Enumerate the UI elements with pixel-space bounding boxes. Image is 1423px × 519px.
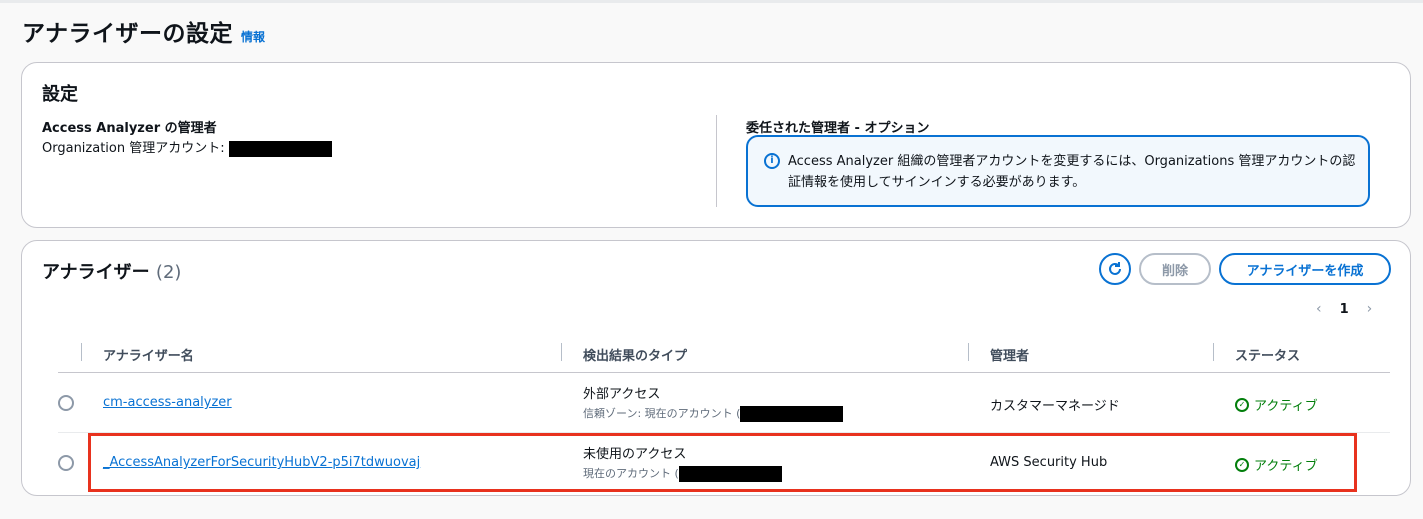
finding-type: 外部アクセス — [583, 387, 661, 402]
analyzers-title: アナライザー (2) — [42, 258, 181, 284]
refresh-button[interactable] — [1099, 253, 1131, 285]
manager: AWS Security Hub — [990, 455, 1108, 470]
access-analyzer-admin-label: Access Analyzer の管理者 — [42, 121, 217, 136]
info-icon: i — [764, 153, 780, 169]
delegated-admin-label: 委任された管理者 - オプション — [746, 121, 930, 136]
create-analyzer-button[interactable]: アナライザーを作成 — [1219, 253, 1391, 285]
delete-button[interactable]: 削除 — [1139, 253, 1211, 285]
page-title: アナライザーの設定 — [22, 21, 234, 47]
finding-type: 未使用のアクセス — [583, 447, 687, 462]
row-select-radio[interactable] — [58, 455, 74, 471]
column-separator — [968, 343, 969, 361]
org-management-account: Organization 管理アカウント: — [42, 137, 332, 157]
refresh-icon — [1109, 262, 1121, 275]
alert-text: Access Analyzer 組織の管理者アカウントを変更するには、Organ… — [788, 154, 1356, 190]
status-text: アクティブ — [1254, 459, 1318, 474]
finding-zone-text: 現在のアカウント ( — [583, 467, 679, 480]
prev-page-icon[interactable]: ‹ — [1316, 301, 1322, 317]
current-page[interactable]: 1 — [1340, 302, 1349, 317]
column-header-name[interactable]: アナライザー名 — [103, 345, 194, 364]
redacted-account-id — [740, 406, 844, 422]
finding-zone: 信頼ゾーン: 現在のアカウント ( — [583, 405, 844, 422]
analyzer-name-link[interactable]: _AccessAnalyzerForSecurityHubV2-p5i7tdwu… — [103, 455, 420, 470]
check-circle-icon: ✓ — [1235, 397, 1249, 412]
analyzers-count: (2) — [155, 262, 182, 283]
top-divider — [0, 0, 1423, 3]
column-divider — [716, 115, 717, 207]
table-row[interactable]: cm-access-analyzer 外部アクセス 信頼ゾーン: 現在のアカウン… — [58, 373, 1390, 433]
next-page-icon[interactable]: › — [1367, 301, 1373, 317]
status-text: アクティブ — [1254, 399, 1318, 414]
redacted-account-id — [228, 140, 332, 157]
analyzers-table: アナライザー名 検出結果のタイプ 管理者 ステータス cm-access-ana… — [58, 337, 1390, 493]
info-alert: i Access Analyzer 組織の管理者アカウントを変更するには、Org… — [746, 135, 1370, 207]
row-select-radio[interactable] — [58, 395, 74, 411]
info-link[interactable]: 情報 — [241, 28, 265, 45]
analyzers-title-text: アナライザー — [42, 262, 150, 283]
settings-title: 設定 — [42, 84, 78, 105]
finding-zone: 現在のアカウント ( — [583, 465, 782, 482]
column-header-manager[interactable]: 管理者 — [990, 345, 1029, 364]
table-header: アナライザー名 検出結果のタイプ 管理者 ステータス — [58, 337, 1390, 373]
column-separator — [561, 343, 562, 361]
status-badge: ✓ アクティブ — [1235, 395, 1318, 414]
redacted-account-id — [678, 466, 782, 482]
column-header-finding-type[interactable]: 検出結果のタイプ — [583, 345, 687, 364]
page-header: アナライザーの設定 情報 — [22, 14, 265, 48]
column-separator — [81, 343, 82, 361]
analyzer-name-link[interactable]: cm-access-analyzer — [103, 395, 232, 410]
manager: カスタマーマネージド — [990, 399, 1120, 414]
finding-zone-text: 信頼ゾーン: 現在のアカウント ( — [583, 407, 741, 420]
settings-container: 設定 Access Analyzer の管理者 Organization 管理ア… — [21, 62, 1411, 228]
pagination: ‹ 1 › — [1316, 301, 1372, 317]
table-row[interactable]: _AccessAnalyzerForSecurityHubV2-p5i7tdwu… — [58, 433, 1390, 493]
check-circle-icon: ✓ — [1235, 457, 1249, 472]
column-header-status[interactable]: ステータス — [1235, 345, 1300, 364]
status-badge: ✓ アクティブ — [1235, 455, 1318, 474]
org-management-account-label: Organization 管理アカウント: — [42, 141, 225, 156]
analyzers-container: アナライザー (2) 削除 アナライザーを作成 ‹ 1 › アナライザー名 検出… — [21, 240, 1411, 496]
column-separator — [1213, 343, 1214, 361]
